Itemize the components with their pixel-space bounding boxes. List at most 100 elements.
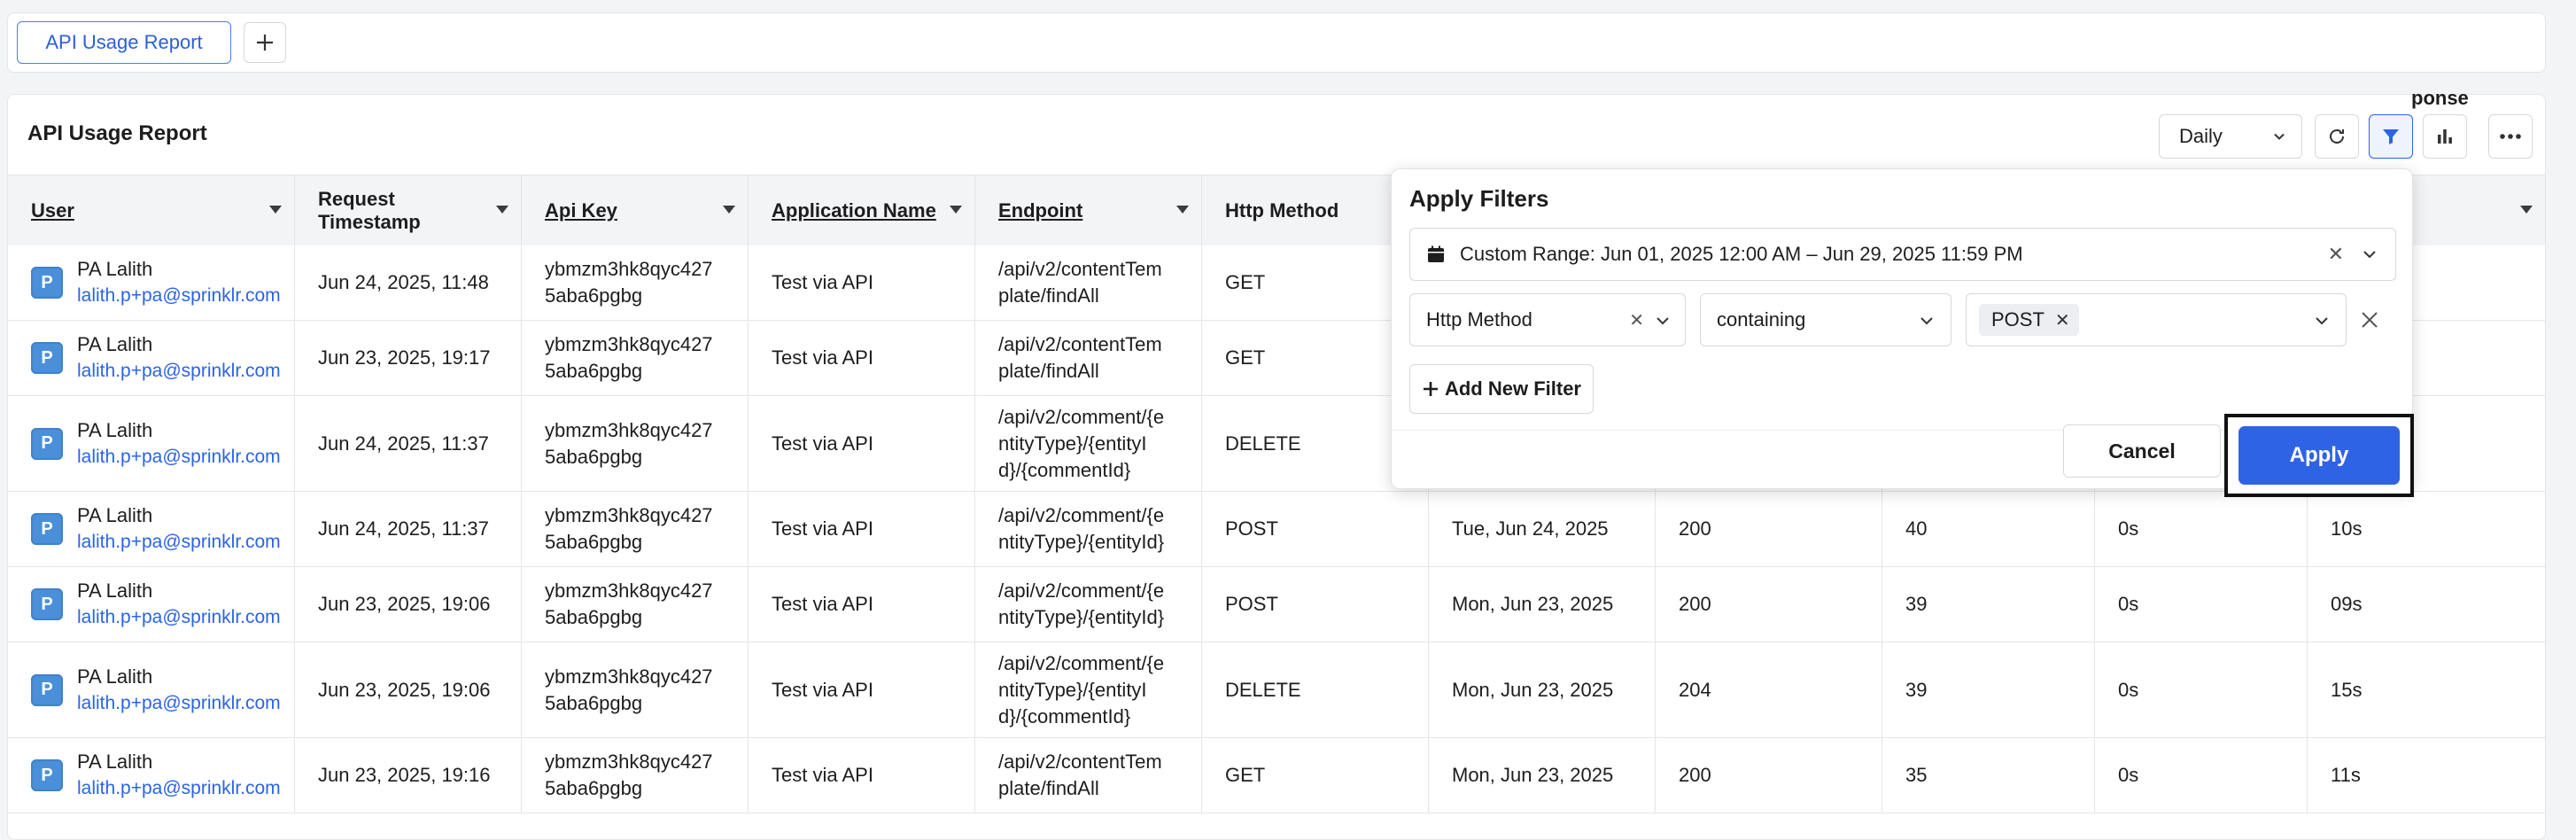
cell-col-9: 39	[1882, 567, 2095, 642]
cell-application-name: Test via API	[749, 321, 975, 395]
user-email-link[interactable]: lalith.p+pa@sprinklr.com	[77, 604, 281, 631]
cell-status-code: 200	[1656, 738, 1882, 813]
chevron-down-icon	[1920, 317, 1933, 325]
filter-value-chip: POST ✕	[1979, 304, 2079, 336]
cell-text: 0s	[2118, 764, 2139, 786]
cell-text: Jun 24, 2025, 11:37	[318, 517, 489, 540]
cell-text-line: /api/v2/comment/{e	[998, 504, 1165, 526]
frequency-value: Daily	[2179, 125, 2223, 147]
table-row[interactable]: P PA Lalith lalith.p+pa@sprinklr.com Jun 23…	[8, 738, 2545, 813]
cancel-button[interactable]: Cancel	[2063, 424, 2221, 478]
user-name: PA Lalith	[77, 418, 153, 441]
cell-text: 0s	[2118, 517, 2139, 540]
sort-caret-icon[interactable]	[496, 206, 508, 214]
cell-status-code: 200	[1656, 567, 1882, 642]
cell-application-name: Test via API	[749, 567, 975, 642]
add-new-filter-button[interactable]: Add New Filter	[1409, 364, 1594, 414]
cell-col-10: 0s	[2095, 642, 2308, 737]
frequency-select[interactable]: Daily	[2159, 114, 2302, 159]
filter-button[interactable]	[2369, 114, 2413, 159]
cell-text: 200	[1679, 517, 1711, 540]
column-header-application-name[interactable]: Application Name	[749, 175, 975, 246]
cell-text: GET	[1225, 764, 1266, 786]
column-header-api-key[interactable]: Api Key	[522, 175, 749, 246]
column-header-label: ponse	[2411, 87, 2469, 109]
cell-text: 200	[1679, 764, 1711, 786]
filter-operator-select[interactable]: containing	[1700, 293, 1951, 346]
cell-text-line: 5aba6pgbg	[545, 445, 643, 468]
filter-field-select[interactable]: Http Method ✕	[1409, 293, 1686, 346]
chip-label: POST	[1991, 308, 2045, 331]
date-range-selector[interactable]: Custom Range: Jun 01, 2025 12:00 AM – Ju…	[1409, 228, 2396, 281]
cell-text-line: ybmzm3hk8qyc427	[545, 579, 713, 602]
calendar-icon	[1428, 245, 1444, 262]
column-header-endpoint[interactable]: Endpoint	[975, 175, 1202, 246]
cell-application-name: Test via API	[749, 642, 975, 737]
table-row[interactable]: P PA Lalith lalith.p+pa@sprinklr.com Jun 24…	[8, 492, 2545, 567]
user-email-link[interactable]: lalith.p+pa@sprinklr.com	[77, 444, 281, 471]
clear-date-range-icon[interactable]: ✕	[2328, 243, 2344, 266]
cell-http-method: POST	[1202, 567, 1429, 642]
cell-request-timestamp: Jun 24, 2025, 11:48	[295, 245, 522, 320]
user-email-link[interactable]: lalith.p+pa@sprinklr.com	[77, 690, 281, 717]
chevron-down-icon	[2316, 317, 2328, 325]
cell-text-line: d}/{commentId}	[998, 704, 1131, 727]
chart-view-button[interactable]	[2423, 114, 2467, 159]
column-header-label: User	[31, 199, 74, 222]
cell-text-line: ybmzm3hk8qyc427	[545, 751, 713, 773]
cell-text: 39	[1905, 678, 1928, 701]
column-header-request-timestamp[interactable]: Request Timestamp	[295, 175, 522, 246]
cell-text-line: 5aba6pgbg	[545, 284, 643, 307]
clear-field-icon[interactable]: ✕	[1629, 309, 1644, 331]
user-email-link[interactable]: lalith.p+pa@sprinklr.com	[77, 529, 281, 556]
user-email-link[interactable]: lalith.p+pa@sprinklr.com	[77, 283, 281, 309]
user-name: PA Lalith	[77, 579, 153, 602]
filter-field-value: Http Method	[1426, 308, 1532, 331]
cell-col-10: 0s	[2095, 738, 2308, 813]
user-email-link[interactable]: lalith.p+pa@sprinklr.com	[77, 775, 281, 802]
cell-text-line: 5aba6pgbg	[545, 360, 643, 382]
remove-chip-icon[interactable]: ✕	[2055, 309, 2070, 331]
cell-text-line: ybmzm3hk8qyc427	[545, 504, 713, 526]
table-row[interactable]: P PA Lalith lalith.p+pa@sprinklr.com Jun 23…	[8, 642, 2545, 738]
date-range-value: Custom Range: Jun 01, 2025 12:00 AM – Ju…	[1460, 243, 2023, 265]
cell-text: Jun 23, 2025, 19:17	[318, 346, 491, 369]
cell-text: 0s	[2118, 678, 2139, 701]
column-header-label: Endpoint	[998, 199, 1083, 222]
avatar: P	[31, 673, 63, 706]
tab-api-usage-report[interactable]: API Usage Report	[17, 21, 231, 64]
table-row[interactable]: P PA Lalith lalith.p+pa@sprinklr.com Jun 23…	[8, 567, 2545, 642]
add-tab-button[interactable]	[244, 22, 286, 63]
user-name: PA Lalith	[77, 258, 153, 280]
cell-user: P PA Lalith lalith.p+pa@sprinklr.com	[8, 245, 295, 320]
sort-caret-icon[interactable]	[2520, 206, 2533, 214]
apply-button[interactable]: Apply	[2238, 426, 2400, 485]
sort-caret-icon[interactable]	[269, 206, 282, 214]
cell-request-timestamp: Jun 23, 2025, 19:16	[295, 738, 522, 813]
chevron-down-icon[interactable]	[2360, 245, 2379, 264]
cell-http-method: GET	[1202, 738, 1429, 813]
cell-api-key: ybmzm3hk8qyc427 5aba6pgbg	[522, 321, 749, 395]
cell-api-key: ybmzm3hk8qyc427 5aba6pgbg	[522, 567, 749, 642]
chevron-down-icon	[1657, 317, 1669, 325]
remove-filter-icon[interactable]	[2359, 309, 2380, 331]
user-email-link[interactable]: lalith.p+pa@sprinklr.com	[77, 358, 281, 385]
sort-caret-icon[interactable]	[723, 206, 735, 214]
more-options-button[interactable]	[2488, 114, 2533, 159]
cell-text-line: d}/{commentId}	[998, 458, 1131, 481]
cell-application-name: Test via API	[749, 738, 975, 813]
column-header-user[interactable]: User	[8, 175, 295, 246]
cell-status-code: 204	[1656, 642, 1882, 737]
sort-caret-icon[interactable]	[950, 206, 962, 214]
refresh-button[interactable]	[2315, 114, 2359, 159]
column-header-response-partial[interactable]: ponse	[2411, 87, 2469, 110]
cell-api-key: ybmzm3hk8qyc427 5aba6pgbg	[522, 245, 749, 320]
cell-text: Test via API	[772, 346, 873, 369]
tab-strip: API Usage Report	[7, 12, 2546, 73]
sort-caret-icon[interactable]	[1176, 206, 1189, 214]
cell-text-line: ntityType}/{entityId}	[998, 606, 1165, 628]
cell-text: Jun 23, 2025, 19:06	[318, 678, 491, 701]
cell-text: 204	[1679, 678, 1711, 701]
filter-values-select[interactable]: POST ✕	[1966, 293, 2347, 346]
cell-user: P PA Lalith lalith.p+pa@sprinklr.com	[8, 642, 295, 737]
